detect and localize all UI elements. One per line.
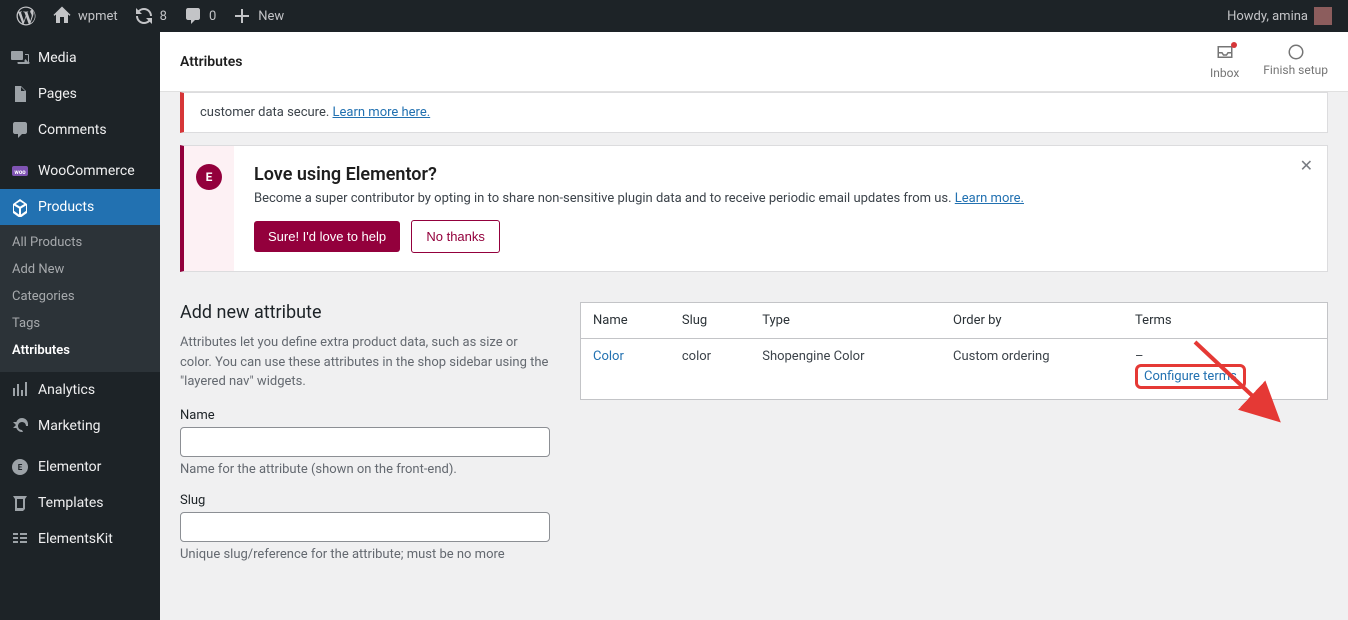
form-heading: Add new attribute <box>180 302 550 323</box>
site-name: wpmet <box>78 9 118 24</box>
slug-help: Unique slug/reference for the attribute;… <box>180 546 550 564</box>
sidebar-item-pages[interactable]: Pages <box>0 76 160 112</box>
content-topbar: Attributes Inbox Finish setup <box>160 32 1348 92</box>
content-area: Attributes Inbox Finish setup customer d… <box>160 32 1348 620</box>
sidebar-item-products[interactable]: Products <box>0 189 160 225</box>
circle-icon <box>1287 43 1305 61</box>
comments-count: 0 <box>209 9 216 24</box>
plus-icon <box>232 6 252 26</box>
sidebar-item-analytics[interactable]: Analytics <box>0 372 160 408</box>
th-order-by: Order by <box>941 303 1123 339</box>
avatar <box>1314 7 1332 25</box>
comments-link[interactable]: 0 <box>175 0 224 32</box>
elementskit-icon <box>10 529 30 549</box>
security-notice: customer data secure. Learn more here. <box>180 92 1328 133</box>
th-slug: Slug <box>670 303 750 339</box>
attr-name-link[interactable]: Color <box>593 349 624 364</box>
attr-terms-dash: – <box>1135 349 1144 364</box>
elementor-icon: E <box>10 457 30 477</box>
th-name: Name <box>581 303 670 339</box>
notice-learn-more-link[interactable]: Learn more here. <box>333 105 431 120</box>
submenu-add-new[interactable]: Add New <box>0 256 160 283</box>
elementor-decline-button[interactable]: No thanks <box>411 220 500 253</box>
refresh-icon <box>134 6 154 26</box>
attributes-table-wrap: Name Slug Type Order by Terms Color colo… <box>580 302 1328 400</box>
table-row: Color color Shopengine Color Custom orde… <box>581 339 1328 400</box>
templates-icon <box>10 493 30 513</box>
attr-slug: color <box>670 339 750 400</box>
updates-count: 8 <box>160 9 167 24</box>
elementor-learn-more-link[interactable]: Learn more. <box>955 191 1024 206</box>
slug-label: Slug <box>180 493 550 508</box>
elementor-notice: E Love using Elementor? Become a super c… <box>180 145 1328 272</box>
products-icon <box>10 197 30 217</box>
elementor-strip: E <box>184 146 234 271</box>
comments-icon <box>10 120 30 140</box>
howdy-text: Howdy, amina <box>1227 9 1308 24</box>
new-content-link[interactable]: New <box>224 0 292 32</box>
submenu-tags[interactable]: Tags <box>0 310 160 337</box>
th-type: Type <box>750 303 941 339</box>
elementor-close-button[interactable]: ✕ <box>1300 156 1313 175</box>
attr-order-by: Custom ordering <box>941 339 1123 400</box>
sidebar-item-woocommerce[interactable]: woo WooCommerce <box>0 153 160 189</box>
attributes-table: Name Slug Type Order by Terms Color colo… <box>580 302 1328 400</box>
woocommerce-icon: woo <box>10 161 30 181</box>
marketing-icon <box>10 416 30 436</box>
admin-sidebar: Media Pages Comments woo WooCommerce Pro… <box>0 32 160 620</box>
inbox-icon <box>1216 43 1234 61</box>
attr-type: Shopengine Color <box>750 339 941 400</box>
sidebar-item-marketing[interactable]: Marketing <box>0 408 160 444</box>
submenu-attributes[interactable]: Attributes <box>0 337 160 364</box>
elementor-accept-button[interactable]: Sure! I'd love to help <box>254 221 400 252</box>
updates-link[interactable]: 8 <box>126 0 175 32</box>
sidebar-item-comments[interactable]: Comments <box>0 112 160 148</box>
sidebar-item-elementskit[interactable]: ElementsKit <box>0 521 160 557</box>
form-intro: Attributes let you define extra product … <box>180 333 550 392</box>
wordpress-icon <box>16 6 36 26</box>
th-terms: Terms <box>1123 303 1327 339</box>
slug-input[interactable] <box>180 512 550 542</box>
my-account[interactable]: Howdy, amina <box>1219 0 1340 32</box>
products-submenu: All Products Add New Categories Tags Att… <box>0 225 160 372</box>
name-label: Name <box>180 408 550 423</box>
add-attribute-form: Add new attribute Attributes let you def… <box>180 302 550 564</box>
media-icon <box>10 48 30 68</box>
configure-terms-highlight: Configure terms <box>1135 364 1246 389</box>
sidebar-item-elementor[interactable]: E Elementor <box>0 449 160 485</box>
admin-bar: wpmet 8 0 New Howdy, amina <box>0 0 1348 32</box>
submenu-categories[interactable]: Categories <box>0 283 160 310</box>
configure-terms-link[interactable]: Configure terms <box>1144 369 1237 384</box>
svg-text:woo: woo <box>14 169 26 176</box>
svg-text:E: E <box>18 463 23 472</box>
home-icon <box>52 6 72 26</box>
name-help: Name for the attribute (shown on the fro… <box>180 461 550 479</box>
wp-logo-menu[interactable] <box>8 0 44 32</box>
notice-text: customer data secure. <box>200 105 333 120</box>
elementor-badge-icon: E <box>196 164 222 190</box>
inbox-button[interactable]: Inbox <box>1210 43 1239 80</box>
new-label: New <box>258 9 284 24</box>
elementor-desc: Become a super contributor by opting in … <box>254 191 1307 206</box>
name-input[interactable] <box>180 427 550 457</box>
finish-setup-button[interactable]: Finish setup <box>1263 43 1328 80</box>
submenu-all-products[interactable]: All Products <box>0 229 160 256</box>
page-title: Attributes <box>180 54 242 70</box>
sidebar-item-templates[interactable]: Templates <box>0 485 160 521</box>
elementor-title: Love using Elementor? <box>254 164 1307 185</box>
sidebar-item-media[interactable]: Media <box>0 40 160 76</box>
analytics-icon <box>10 380 30 400</box>
site-name-link[interactable]: wpmet <box>44 0 126 32</box>
comment-icon <box>183 6 203 26</box>
pages-icon <box>10 84 30 104</box>
